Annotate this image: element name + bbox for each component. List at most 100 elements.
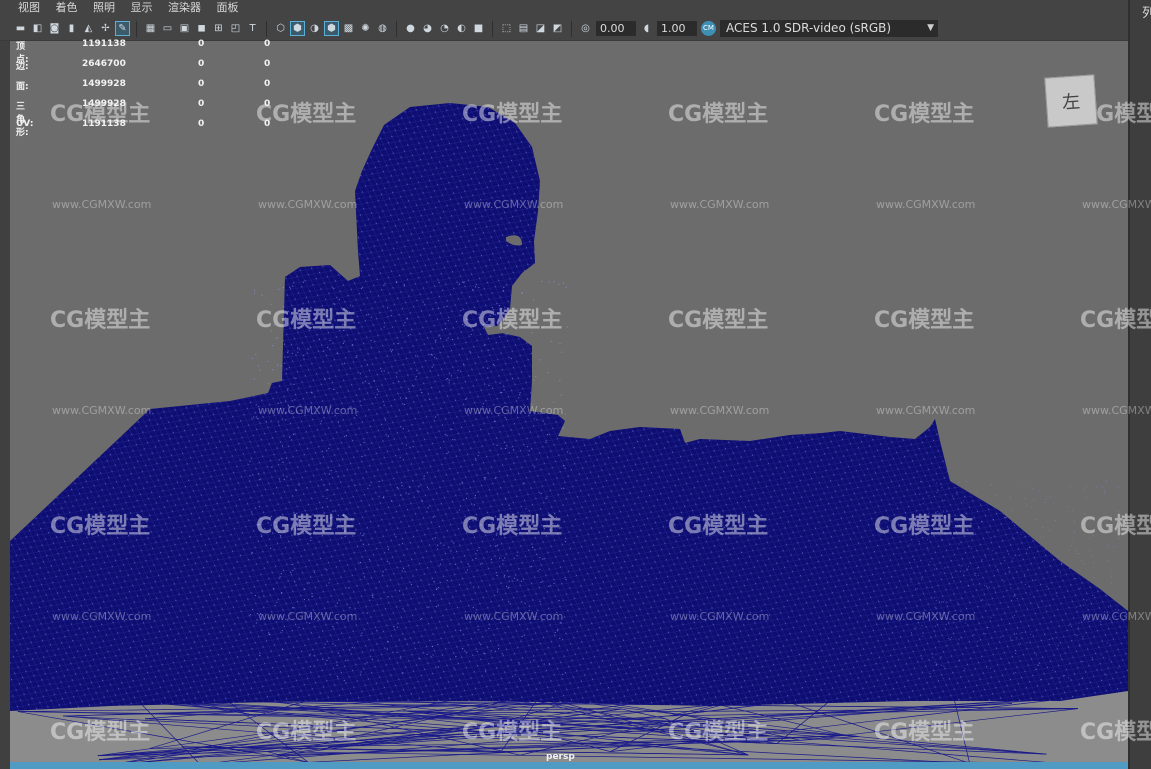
mesh-speckle (1012, 558, 1014, 560)
mesh-speckle (396, 372, 398, 374)
wireframe-icon[interactable]: ⬡ (274, 22, 287, 35)
exposure-field[interactable]: 0.00 (596, 21, 636, 36)
menu-panels[interactable]: 面板 (217, 0, 239, 15)
bookmark-icon[interactable]: ▮ (65, 22, 78, 35)
mesh-speckle (503, 286, 505, 288)
watermark-url: www.CGMXW.com (670, 610, 770, 623)
mesh-speckle (391, 500, 393, 502)
mesh-speckle (279, 478, 281, 480)
exposure-icon[interactable]: ◎ (579, 22, 592, 35)
watermark-url: www.CGMXW.com (52, 610, 152, 623)
toolbar-divider (266, 20, 267, 37)
watermark-logo: CG模型主 (874, 308, 975, 333)
hud-label: UV: (16, 119, 34, 129)
mesh-speckle (284, 362, 286, 364)
color-space-dropdown[interactable]: ACES 1.0 SDR-video (sRGB) ▼ (720, 20, 938, 37)
select-camera-icon[interactable]: ▬ (14, 22, 27, 35)
menu-view[interactable]: 视图 (18, 0, 40, 15)
grid-icon[interactable]: ▦ (144, 22, 157, 35)
mesh-speckle (984, 633, 986, 635)
smooth-shade-icon[interactable]: ⬢ (290, 21, 305, 36)
mesh-speckle (302, 281, 305, 283)
default-material-icon[interactable]: ◑ (308, 22, 321, 35)
mesh-speckle (524, 603, 526, 605)
mesh-speckle (558, 599, 560, 602)
mesh-speckle (1045, 605, 1047, 607)
resolution-gate-icon[interactable]: ▣ (178, 22, 191, 35)
mesh-speckle (1008, 553, 1010, 555)
mesh-speckle (1024, 584, 1026, 586)
safe-title-icon[interactable]: T (246, 22, 259, 35)
menu-shading[interactable]: 着色 (56, 0, 78, 15)
depth-of-field-icon[interactable]: ◐ (455, 22, 468, 35)
mesh-speckle (935, 654, 937, 656)
mesh-speckle (1012, 639, 1014, 641)
xray-joints-icon[interactable]: ◪ (534, 22, 547, 35)
lights-icon[interactable]: ✺ (359, 22, 372, 35)
mesh-speckle (1014, 524, 1016, 526)
mesh-speckle (366, 364, 369, 366)
color-management-icon[interactable]: CM (701, 21, 716, 36)
grease-pencil-icon[interactable]: ✎ (115, 21, 130, 36)
wireframe-on-shaded-icon[interactable]: ⬢ (324, 21, 339, 36)
isolate-select-icon[interactable]: ■ (472, 22, 485, 35)
mesh-speckle (495, 545, 497, 547)
mesh-speckle (258, 479, 260, 481)
mesh-speckle (1056, 595, 1058, 597)
mesh-speckle (1118, 486, 1120, 488)
film-gate-icon[interactable]: ▭ (161, 22, 174, 35)
mesh-speckle (1005, 516, 1007, 518)
field-chart-icon[interactable]: ⊞ (212, 22, 225, 35)
backface-culling-icon[interactable]: ◩ (551, 22, 564, 35)
mesh-speckle (326, 497, 328, 500)
mesh-speckle (1045, 498, 1047, 500)
motion-blur-icon[interactable]: ◕ (421, 22, 434, 35)
mesh-speckle (997, 505, 999, 507)
view-cube[interactable]: 左 (1044, 74, 1098, 128)
mesh-speckle (508, 601, 510, 603)
shadows-icon[interactable]: ◍ (376, 22, 389, 35)
safe-action-icon[interactable]: ◰ (229, 22, 242, 35)
mesh-speckle (310, 391, 312, 393)
mesh-speckle (1068, 549, 1070, 551)
bookmark-camera-icon[interactable]: ◙ (48, 22, 61, 35)
mesh-speckle (399, 397, 402, 399)
xray-active-icon[interactable]: ▤ (517, 22, 530, 35)
screen-space-ao-icon[interactable]: ● (404, 22, 417, 35)
textured-icon[interactable]: ▩ (342, 22, 355, 35)
mesh-speckle (962, 500, 964, 502)
mesh-speckle (383, 370, 385, 372)
mesh-speckle (328, 377, 330, 380)
mesh-speckle (330, 470, 332, 472)
mesh-speckle (382, 497, 384, 499)
menu-renderer[interactable]: 渲染器 (168, 0, 201, 15)
xray-icon[interactable]: ⬚ (500, 22, 513, 35)
mesh-speckle (273, 588, 275, 590)
mesh-speckle (1079, 587, 1081, 589)
mesh-speckle (1003, 581, 1005, 583)
mesh-speckle (360, 287, 362, 289)
mesh-speckle (257, 418, 259, 420)
mesh-speckle (328, 447, 330, 449)
mesh-speckle (326, 569, 328, 571)
camera-attributes-icon[interactable]: ◧ (31, 22, 44, 35)
mesh-speckle (309, 665, 311, 667)
mesh-speckle (336, 352, 338, 354)
mesh-speckle (402, 672, 404, 674)
menu-lighting[interactable]: 照明 (93, 0, 115, 15)
gamma-field[interactable]: 1.00 (657, 21, 697, 36)
2d-pan-zoom-icon[interactable]: ✢ (99, 22, 112, 35)
mesh-speckle (313, 571, 316, 573)
mesh-speckle (910, 632, 912, 634)
image-plane-icon[interactable]: ◭ (82, 22, 95, 35)
multisample-aa-icon[interactable]: ◔ (438, 22, 451, 35)
mesh-speckle (376, 630, 378, 632)
watermark-logo: CG模型主 (50, 308, 151, 333)
mesh-speckle (1014, 652, 1016, 654)
mesh-speckle (354, 484, 356, 486)
gate-mask-icon[interactable]: ◼ (195, 22, 208, 35)
menu-show[interactable]: 显示 (131, 0, 153, 15)
gamma-icon[interactable]: ◖ (640, 22, 653, 35)
mesh-speckle (1082, 661, 1084, 663)
mesh-speckle (1101, 669, 1103, 671)
